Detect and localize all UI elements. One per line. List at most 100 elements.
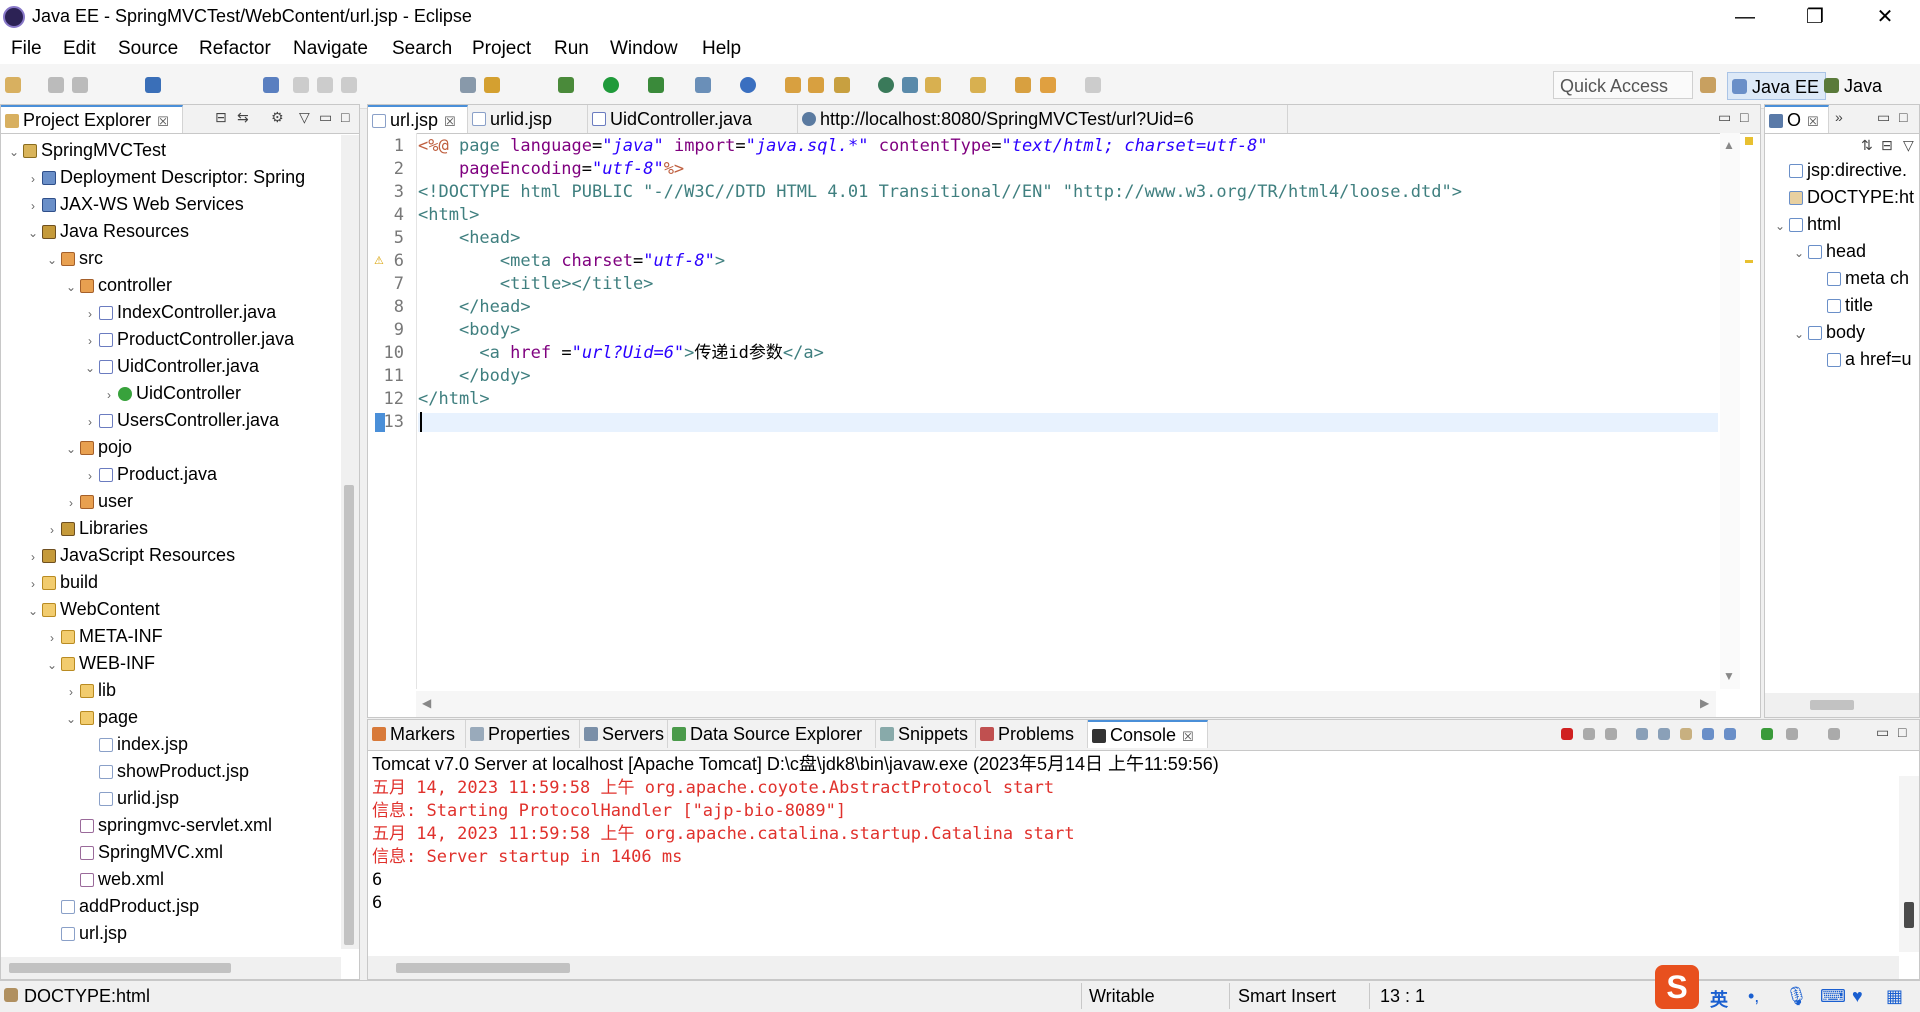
expand-icon[interactable]: › — [83, 465, 97, 487]
tab-data-source-explorer[interactable]: Data Source Explorer — [668, 720, 876, 748]
tree-item[interactable]: ⌄ controller — [64, 274, 172, 296]
filter-icon[interactable]: ⚙ — [271, 109, 284, 126]
search-icon[interactable] — [902, 77, 918, 93]
tree-item[interactable]: ⌄ pojo — [64, 436, 132, 458]
sogou-ime-icon[interactable]: S — [1655, 965, 1699, 1009]
annotation-icon[interactable] — [925, 77, 941, 93]
tab-browser-url[interactable]: http://localhost:8080/SpringMVCTest/url?… — [798, 105, 1288, 133]
tree-item[interactable]: › lib — [64, 679, 116, 701]
tree-item[interactable]: index.jsp — [83, 733, 188, 755]
terminate-icon[interactable] — [1561, 728, 1573, 740]
pin-console-icon[interactable] — [1761, 728, 1773, 740]
outline-item[interactable]: ⌄ head — [1792, 240, 1866, 262]
collapse-icon[interactable]: ⌄ — [7, 141, 21, 163]
scroll-up-icon[interactable]: ▲ — [1723, 138, 1735, 152]
minimize-button[interactable]: — — [1710, 0, 1780, 34]
outline-item[interactable]: meta ch — [1811, 267, 1909, 289]
tab-console[interactable]: Console ☒ — [1088, 720, 1208, 748]
save-icon[interactable] — [48, 77, 64, 93]
expand-icon[interactable]: › — [64, 681, 78, 703]
tree-item[interactable]: ⌄ page — [64, 706, 138, 728]
tab-markers[interactable]: Markers — [368, 720, 466, 748]
debug-icon[interactable] — [558, 77, 574, 93]
outline-item[interactable]: ⌄ body — [1792, 321, 1865, 343]
scroll-left-icon[interactable]: ◀ — [422, 696, 431, 710]
maximize-view-icon[interactable]: □ — [1899, 109, 1907, 125]
terminal-icon[interactable] — [145, 77, 161, 93]
next-annotation-icon[interactable] — [970, 77, 986, 93]
tree-item[interactable]: springmvc-servlet.xml — [64, 814, 272, 836]
tree-item[interactable]: › UsersController.java — [83, 409, 279, 431]
expand-icon[interactable]: › — [45, 627, 59, 649]
save-all-icon[interactable] — [72, 77, 88, 93]
perspective-java[interactable]: Java — [1820, 72, 1888, 100]
tree-item[interactable]: ⌄ UidController.java — [83, 355, 259, 377]
menu-search[interactable]: Search — [392, 38, 452, 60]
tree-item[interactable]: › Libraries — [45, 517, 148, 539]
show-on-output-icon[interactable] — [1702, 728, 1714, 740]
tab-project-explorer[interactable]: Project Explorer ☒ — [1, 105, 183, 133]
tab-outline[interactable]: O ☒ — [1765, 105, 1829, 133]
tree-item[interactable]: SpringMVC.xml — [64, 841, 223, 863]
vertical-scrollbar[interactable] — [341, 135, 359, 949]
quick-access-field[interactable]: Quick Access — [1553, 71, 1693, 99]
expand-icon[interactable]: › — [26, 168, 40, 190]
tab-uidcontroller-java[interactable]: UidController.java — [588, 105, 798, 133]
open-task-icon[interactable] — [834, 77, 850, 93]
tree-item[interactable]: › Product.java — [83, 463, 217, 485]
scroll-right-icon[interactable]: ▶ — [1700, 696, 1709, 710]
code-line[interactable]: <html> — [418, 206, 479, 225]
close-icon[interactable]: ☒ — [1182, 729, 1194, 744]
external-tools-icon[interactable] — [695, 77, 711, 93]
scrollbar-thumb[interactable] — [1904, 902, 1914, 928]
code-line[interactable]: </body> — [418, 367, 531, 386]
code-line[interactable] — [418, 412, 1718, 432]
menu-navigate[interactable]: Navigate — [293, 38, 368, 60]
view-menu-icon[interactable]: ▽ — [1903, 137, 1914, 154]
close-icon[interactable]: ☒ — [157, 114, 169, 129]
horizontal-scrollbar[interactable] — [1, 957, 341, 979]
editor-vertical-scrollbar[interactable]: ▲ ▼ — [1720, 133, 1740, 689]
expand-icon[interactable]: › — [102, 384, 116, 406]
skip-breakpoints-icon[interactable] — [263, 77, 279, 93]
tree-item[interactable]: web.xml — [64, 868, 164, 890]
tree-item[interactable]: › ProductController.java — [83, 328, 294, 350]
maximize-view-icon[interactable]: □ — [1740, 109, 1748, 125]
scrollbar-thumb[interactable] — [344, 485, 354, 945]
code-line[interactable]: <body> — [418, 321, 520, 340]
terminate-icon[interactable] — [341, 77, 357, 93]
outline-item[interactable]: ⌄ html — [1773, 213, 1841, 235]
expand-icon[interactable]: › — [26, 195, 40, 217]
word-wrap-icon[interactable] — [1680, 728, 1692, 740]
collapse-all-icon[interactable]: ⊟ — [1881, 137, 1893, 154]
expand-icon[interactable]: › — [26, 573, 40, 595]
code-area[interactable]: 1 <%@ page language="java" import="java.s… — [368, 137, 1718, 687]
tree-item[interactable]: › META-INF — [45, 625, 163, 647]
code-line[interactable]: <title></title> — [418, 275, 654, 294]
tree-item[interactable]: › UidController — [102, 382, 241, 404]
tree-item[interactable]: url.jsp — [45, 922, 127, 944]
code-line[interactable]: <meta charset="utf-8"> — [418, 252, 725, 271]
code-line[interactable]: <head> — [418, 229, 520, 248]
sort-icon[interactable]: ⇅ — [1861, 137, 1873, 154]
collapse-icon[interactable]: ⌄ — [1792, 323, 1806, 345]
overview-warning-marker[interactable] — [1745, 137, 1753, 145]
toolbox-icon[interactable]: ▦ — [1886, 986, 1903, 1007]
overview-marker[interactable] — [1745, 260, 1753, 263]
tree-item[interactable]: ⌄ Java Resources — [26, 220, 189, 242]
skin-icon[interactable]: ♥ — [1852, 986, 1863, 1007]
perspective-java-ee[interactable]: Java EE — [1727, 72, 1827, 100]
overflow-tabs-icon[interactable]: » — [1835, 109, 1843, 125]
code-line[interactable]: <!DOCTYPE html PUBLIC "-//W3C//DTD HTML … — [418, 183, 1462, 202]
close-icon[interactable]: ☒ — [444, 114, 456, 129]
tab-problems[interactable]: Problems — [976, 720, 1088, 748]
menu-project[interactable]: Project — [472, 38, 531, 60]
last-edit-icon[interactable] — [1015, 77, 1031, 93]
tree-item[interactable]: showProduct.jsp — [83, 760, 249, 782]
expand-icon[interactable]: › — [64, 492, 78, 514]
collapse-icon[interactable]: ⌄ — [64, 438, 78, 460]
menu-refactor[interactable]: Refactor — [199, 38, 271, 60]
collapse-icon[interactable]: ⌄ — [45, 654, 59, 676]
collapse-icon[interactable]: ⌄ — [26, 222, 40, 244]
maximize-button[interactable]: ❐ — [1780, 0, 1850, 34]
